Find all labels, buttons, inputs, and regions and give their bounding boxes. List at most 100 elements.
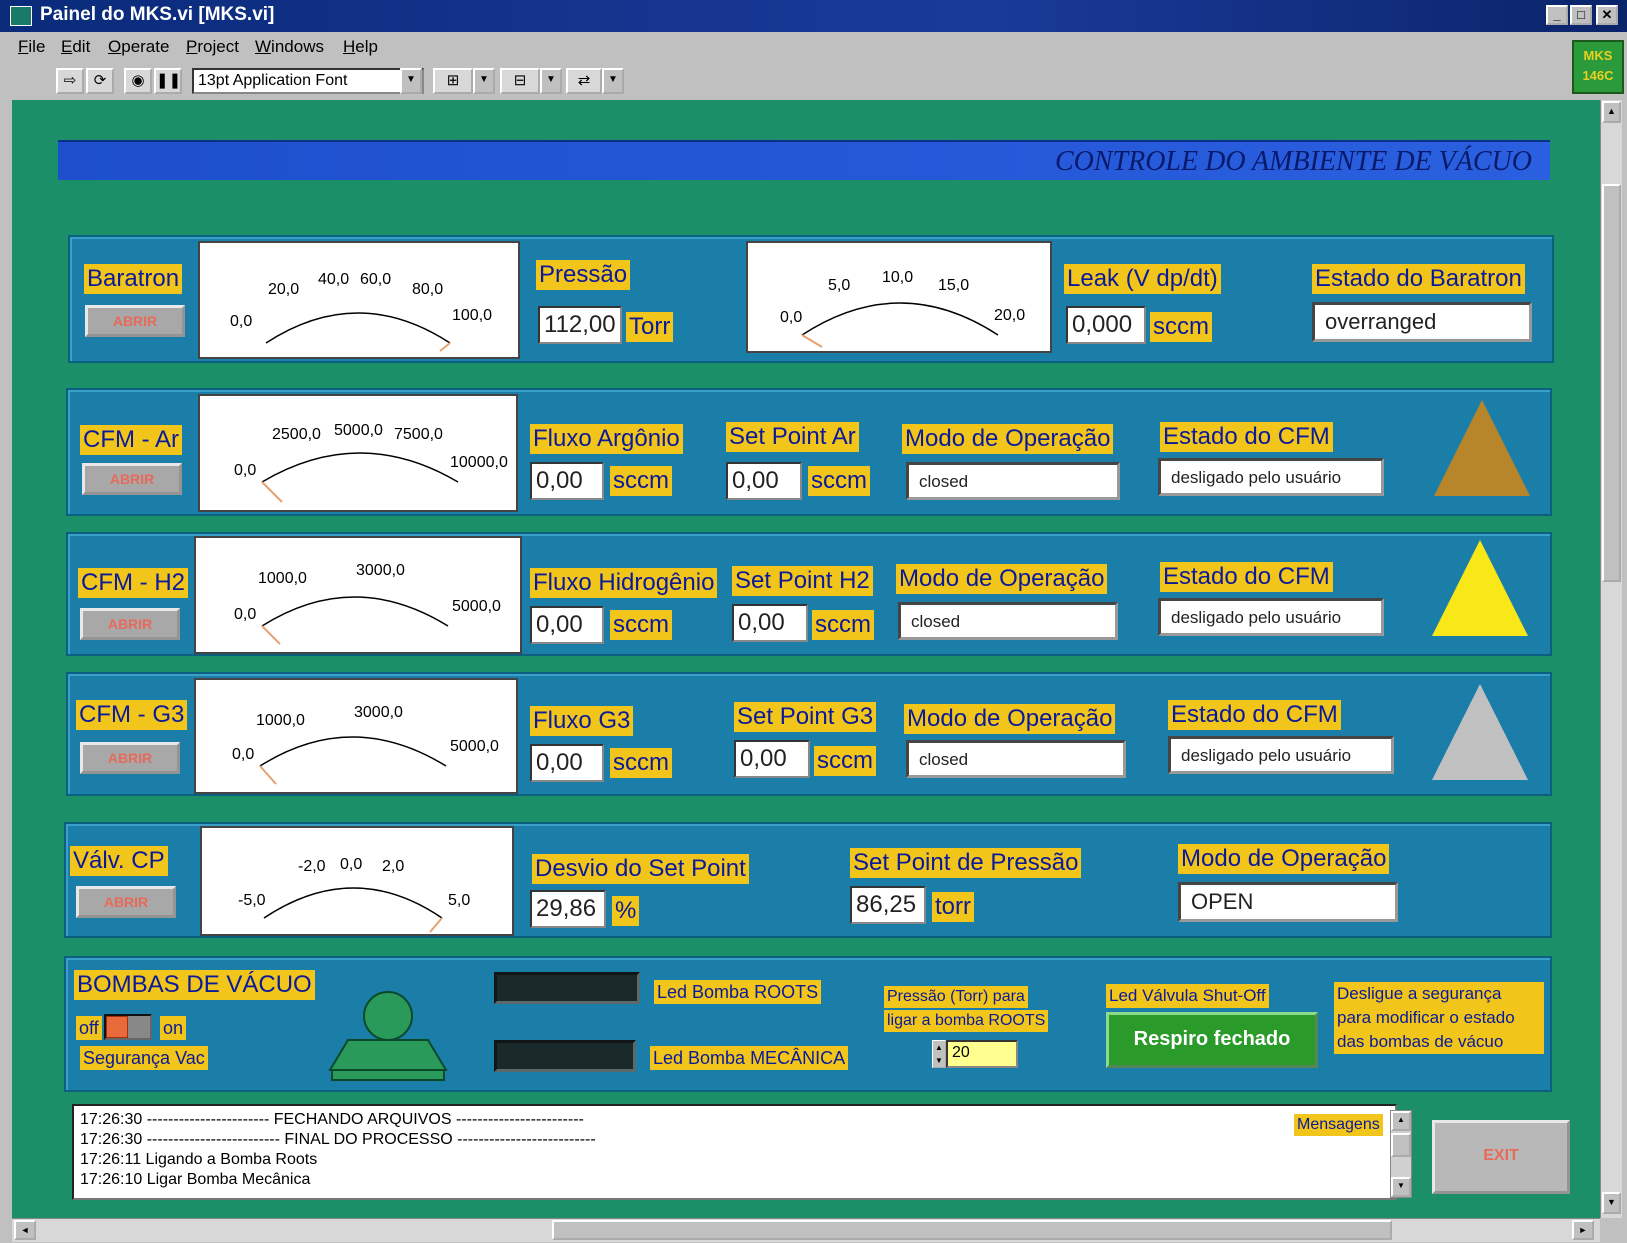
estado-cfm-g3-value: desligado pelo usuário <box>1168 736 1394 774</box>
menu-file[interactable]: File <box>18 37 45 57</box>
app-icon <box>10 6 32 26</box>
led-valvula-label: Led Válvula Shut-Off <box>1106 984 1269 1008</box>
setpoint-h2-input[interactable]: 0,00 <box>732 604 808 642</box>
distribute-icon[interactable]: ⊟ <box>500 68 540 94</box>
fluxo-argonio-unit: sccm <box>610 466 672 496</box>
cfm-g3-gauge: 0,0 1000,0 3000,0 5000,0 <box>194 678 518 794</box>
gauge-tick-label: 0,0 <box>234 606 257 623</box>
badge-line2: 146C <box>1582 68 1614 83</box>
log-scroll-up-icon[interactable]: ▲ <box>1391 1111 1411 1131</box>
scroll-up-icon[interactable]: ▲ <box>1602 101 1621 123</box>
respiro-fechado-button[interactable]: Respiro fechado <box>1106 1012 1318 1068</box>
gauge-tick-label: 0,0 <box>232 746 255 763</box>
gauge-tick-label: 40,0 <box>318 271 350 288</box>
mks-badge: MKS 146C <box>1572 40 1624 94</box>
gauge-tick-label: 1000,0 <box>258 570 307 587</box>
reorder-icon[interactable]: ⇄ <box>566 68 602 94</box>
gauge-tick-label: 100,0 <box>452 307 493 324</box>
abort-icon[interactable]: ◉ <box>124 68 152 94</box>
seguranca-toggle[interactable] <box>104 1014 152 1040</box>
modo-operacao-valv-value[interactable]: OPEN <box>1178 882 1398 922</box>
gauge-tick-label: 80,0 <box>412 281 444 298</box>
distribute-dropdown-icon[interactable]: ▼ <box>540 68 562 94</box>
modo-operacao-ar-value[interactable]: closed <box>906 462 1120 500</box>
reorder-dropdown-icon[interactable]: ▼ <box>602 68 624 94</box>
log-line: 17:26:30 ------------------------- FINAL… <box>80 1131 596 1148</box>
align-icon[interactable]: ⊞ <box>433 68 473 94</box>
toggle-handle[interactable] <box>106 1016 128 1038</box>
baratron-label: Baratron <box>84 264 183 294</box>
font-dropdown-arrow-icon[interactable]: ▼ <box>400 68 422 94</box>
vertical-scrollbar[interactable]: ▲ ▼ <box>1600 100 1622 1218</box>
maximize-button[interactable]: □ <box>1570 5 1592 25</box>
menu-edit[interactable]: Edit <box>61 37 90 57</box>
setpoint-g3-label: Set Point G3 <box>734 702 877 732</box>
gauge-tick-label: 20,0 <box>268 281 300 298</box>
gauge-tick-label: 5000,0 <box>452 598 501 615</box>
align-dropdown-icon[interactable]: ▼ <box>473 68 495 94</box>
menu-help[interactable]: Help <box>343 37 378 57</box>
cfm-h2-open-button[interactable]: ABRIR <box>80 608 180 640</box>
gauge-dial <box>265 312 451 352</box>
pressao-roots-stepper[interactable]: ▲ ▼ <box>932 1040 946 1068</box>
led-bomba-mecanica-indicator <box>494 1040 636 1072</box>
horizontal-scroll-thumb[interactable] <box>552 1220 1392 1240</box>
log-scroll-thumb[interactable] <box>1391 1133 1411 1157</box>
horizontal-scrollbar[interactable]: ◄ ► <box>12 1218 1600 1242</box>
font-select[interactable]: 13pt Application Font <box>192 68 424 94</box>
mensagens-label: Mensagens <box>1294 1114 1383 1136</box>
cfm-g3-open-button[interactable]: ABRIR <box>80 742 180 774</box>
scroll-left-icon[interactable]: ◄ <box>14 1220 36 1240</box>
estado-baratron-label: Estado do Baratron <box>1312 264 1525 294</box>
gauge-tick-label: 0,0 <box>230 313 253 330</box>
valvula-cp-label: Válv. CP <box>70 846 168 876</box>
leak-label: Leak (V dp/dt) <box>1064 264 1221 294</box>
log-line: 17:26:30 ----------------------- FECHAND… <box>80 1111 584 1128</box>
menu-project[interactable]: Project <box>186 37 239 57</box>
pause-icon[interactable]: ❚❚ <box>154 68 182 94</box>
setpoint-g3-unit: sccm <box>814 746 876 776</box>
modo-operacao-g3-value[interactable]: closed <box>906 740 1126 778</box>
led-bomba-mecanica-label: Led Bomba MECÂNICA <box>650 1046 849 1070</box>
aviso-line-2: para modificar o estado <box>1337 1008 1515 1027</box>
desvio-setpoint-unit: % <box>612 896 640 926</box>
cfm-ar-label: CFM - Ar <box>80 425 182 455</box>
run-continuously-icon[interactable]: ⟳ <box>86 68 114 94</box>
setpoint-ar-unit: sccm <box>808 466 870 496</box>
setpoint-ar-input[interactable]: 0,00 <box>726 462 802 500</box>
aviso-line-1: Desligue a segurança <box>1337 984 1502 1003</box>
setpoint-pressao-input[interactable]: 86,25 <box>850 886 926 924</box>
log-scrollbar[interactable]: ▲ ▼ <box>1390 1110 1412 1198</box>
menu-windows[interactable]: Windows <box>255 37 324 57</box>
desvio-setpoint-label: Desvio do Set Point <box>532 854 749 884</box>
minimize-button[interactable]: _ <box>1546 5 1568 25</box>
menu-bar: File Edit Operate Project Windows Help <box>0 32 1627 60</box>
run-icon[interactable]: ⇨ <box>56 68 84 94</box>
scroll-right-icon[interactable]: ► <box>1572 1220 1594 1240</box>
exit-button[interactable]: EXIT <box>1432 1120 1570 1194</box>
pressao-roots-input[interactable]: 20 <box>946 1040 1018 1068</box>
setpoint-g3-input[interactable]: 0,00 <box>734 740 810 778</box>
vertical-scroll-thumb[interactable] <box>1602 184 1621 582</box>
gauge-tick-label: 2500,0 <box>272 426 321 443</box>
menu-operate[interactable]: Operate <box>108 37 169 57</box>
setpoint-h2-label: Set Point H2 <box>732 566 873 596</box>
led-bomba-roots-indicator <box>494 972 640 1004</box>
valvula-cp-gauge: -5,0 -2,0 0,0 2,0 5,0 <box>200 826 514 936</box>
estado-cfm-h2-value: desligado pelo usuário <box>1158 598 1384 636</box>
leak-value: 0,000 <box>1066 306 1146 344</box>
close-button[interactable]: ✕ <box>1596 5 1618 25</box>
title-bar: Painel do MKS.vi [MKS.vi] _ □ ✕ <box>0 0 1627 32</box>
baratron-open-button[interactable]: ABRIR <box>85 305 185 337</box>
header-banner: CONTROLE DO AMBIENTE DE VÁCUO <box>58 140 1550 180</box>
fluxo-hidrogenio-label: Fluxo Hidrogênio <box>530 568 718 598</box>
gauge-tick-label: 60,0 <box>360 271 392 288</box>
log-scroll-down-icon[interactable]: ▼ <box>1391 1177 1411 1197</box>
cfm-ar-open-button[interactable]: ABRIR <box>82 463 182 495</box>
fluxo-g3-label: Fluxo G3 <box>530 706 634 736</box>
valvula-cp-open-button[interactable]: ABRIR <box>76 886 176 918</box>
message-log[interactable]: 17:26:30 ----------------------- FECHAND… <box>72 1104 1397 1200</box>
scroll-down-icon[interactable]: ▼ <box>1602 1192 1621 1214</box>
modo-operacao-h2-value[interactable]: closed <box>898 602 1118 640</box>
desvio-setpoint-value: 29,86 <box>530 890 606 928</box>
